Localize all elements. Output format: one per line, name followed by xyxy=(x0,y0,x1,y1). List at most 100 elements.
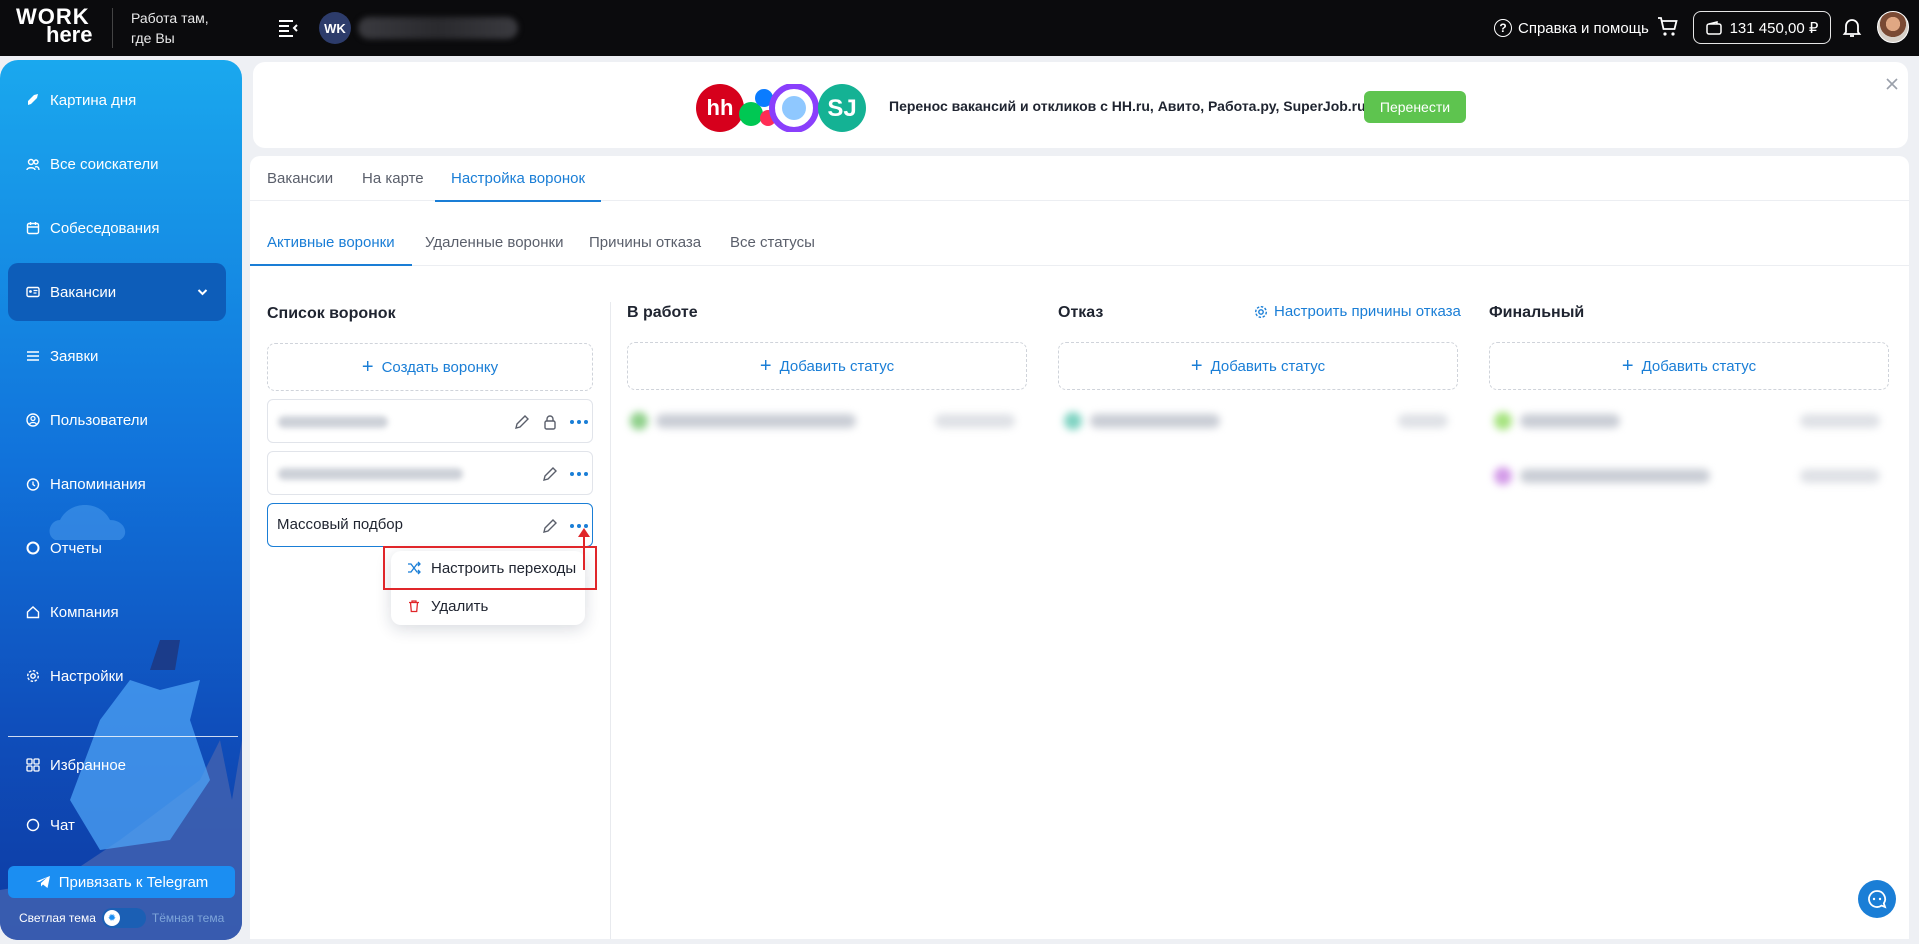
migrate-button[interactable]: Перенести xyxy=(1364,91,1466,123)
add-status-label: Добавить статус xyxy=(1641,357,1757,375)
svg-text:SJ: SJ xyxy=(827,95,856,122)
tab-deleted-funnels[interactable]: Удаленные воронки xyxy=(425,220,563,265)
tab-active-funnels[interactable]: Активные воронки xyxy=(250,220,412,266)
annotation-arrow xyxy=(583,534,585,570)
tab-label: На карте xyxy=(362,170,424,187)
sidebar-item-vacancies[interactable]: Вакансии xyxy=(8,263,226,321)
theme-toggle-row: Светлая тема ✹ Тёмная тема xyxy=(19,905,229,931)
sun-icon: ✹ xyxy=(103,910,120,926)
sidebar-item-chat[interactable]: Чат xyxy=(8,802,226,848)
list-item[interactable]: Массовый подбор xyxy=(267,503,593,547)
telegram-link-button[interactable]: Привязать к Telegram xyxy=(8,866,235,898)
funnel-name-blurred xyxy=(278,416,388,428)
add-status-button-final[interactable]: + Добавить статус xyxy=(1489,342,1889,390)
telegram-icon xyxy=(35,876,50,888)
delete-funnel-item[interactable]: Удалить xyxy=(391,591,585,621)
sidebar-item-reminders[interactable]: Напоминания xyxy=(8,461,226,507)
configure-reject-reasons-label: Настроить причины отказа xyxy=(1274,303,1461,320)
slogan-line2: где Вы xyxy=(131,30,175,46)
cart-icon[interactable] xyxy=(1656,15,1680,39)
list-item[interactable] xyxy=(267,399,593,443)
tab-all-statuses[interactable]: Все статусы xyxy=(730,220,815,265)
theme-light-label: Светлая тема xyxy=(19,911,96,925)
status-name-blurred xyxy=(1520,414,1620,428)
funnel-name-blurred xyxy=(278,468,463,480)
status-name-blurred xyxy=(656,414,856,428)
bell-icon[interactable] xyxy=(1840,15,1864,39)
support-chat-button[interactable] xyxy=(1858,880,1896,918)
status-color-blurred xyxy=(630,412,648,430)
sidebar-item-users[interactable]: Пользователи xyxy=(8,397,226,443)
sidebar-item-label: Картина дня xyxy=(50,91,137,109)
sidebar-item-dashboard[interactable]: Картина дня xyxy=(8,77,226,123)
status-color-blurred xyxy=(1494,467,1512,485)
plus-icon: + xyxy=(759,355,772,377)
sidebar-item-label: Напоминания xyxy=(50,475,146,493)
home-icon xyxy=(26,605,40,619)
gear-icon xyxy=(26,669,40,683)
sidebar-item-interviews[interactable]: Собеседования xyxy=(8,205,226,251)
sidebar-item-favorites[interactable]: Избранное xyxy=(8,742,226,788)
add-status-button-in-work[interactable]: + Добавить статус xyxy=(627,342,1027,390)
balance-value: 131 450,00 ₽ xyxy=(1729,19,1819,37)
banner-text: Перенос вакансий и откликов с HH.ru, Ави… xyxy=(889,98,1366,114)
user-circle-icon xyxy=(26,413,40,427)
pencil-icon[interactable] xyxy=(513,413,531,431)
add-status-label: Добавить статус xyxy=(1210,357,1326,375)
tab-vacancies[interactable]: Вакансии xyxy=(267,156,333,201)
lock-icon xyxy=(544,415,556,430)
column-title-in-work: В работе xyxy=(627,304,698,321)
sidebar-item-label: Все соискатели xyxy=(50,155,159,173)
job-sites-logos: hh SJ xyxy=(696,84,866,132)
sidebar-item-label: Вакансии xyxy=(50,283,117,301)
sidebar-item-candidates[interactable]: Все соискатели xyxy=(8,141,226,187)
status-meta-blurred xyxy=(1800,414,1880,428)
wallet-icon xyxy=(1705,20,1722,35)
close-icon[interactable] xyxy=(1884,76,1900,92)
more-icon[interactable] xyxy=(570,414,588,430)
tab-label: Удаленные воронки xyxy=(425,234,564,251)
sidebar-item-label: Чат xyxy=(50,816,75,834)
status-name-blurred xyxy=(1520,469,1710,483)
theme-switch[interactable]: ✹ xyxy=(101,908,146,928)
tab-label: Причины отказа xyxy=(589,234,702,251)
telegram-button-label: Привязать к Telegram xyxy=(58,873,209,891)
sidebar-item-label: Компания xyxy=(50,603,119,621)
tab-label: Настройка воронок xyxy=(451,170,586,187)
company-name-blurred[interactable] xyxy=(358,17,518,39)
tab-funnel-settings[interactable]: Настройка воронок xyxy=(435,156,602,202)
main-tabs: Вакансии На карте Настройка воронок xyxy=(250,156,1909,202)
plus-icon: + xyxy=(1621,355,1634,377)
sub-tabs: Активные воронки Удаленные воронки Причи… xyxy=(250,220,1909,266)
logo[interactable]: WORK here xyxy=(16,6,96,48)
add-status-button-reject[interactable]: + Добавить статус xyxy=(1058,342,1458,390)
company-avatar[interactable]: WK xyxy=(319,12,351,44)
status-meta-blurred xyxy=(935,414,1015,428)
more-icon[interactable] xyxy=(570,466,588,482)
status-color-blurred xyxy=(1064,412,1082,430)
svg-text:hh: hh xyxy=(707,95,734,120)
sidebar-item-settings[interactable]: Настройки xyxy=(8,653,226,699)
top-bar: WORK here Работа там, где Вы WK ? Справк… xyxy=(0,0,1919,56)
create-funnel-button[interactable]: + Создать воронку xyxy=(267,343,593,391)
sidebar-divider xyxy=(8,736,238,737)
sidebar-item-label: Пользователи xyxy=(50,411,148,429)
balance-button[interactable]: 131 450,00 ₽ xyxy=(1693,11,1831,44)
sidebar-item-label: Отчеты xyxy=(50,539,102,557)
help-link[interactable]: ? Справка и помощь xyxy=(1494,16,1649,40)
sidebar-item-label: Избранное xyxy=(50,756,127,774)
sidebar-item-reports[interactable]: Отчеты xyxy=(8,525,226,571)
user-avatar[interactable] xyxy=(1877,11,1909,43)
tab-label: Все статусы xyxy=(730,234,815,251)
column-divider xyxy=(610,302,611,939)
tab-map[interactable]: На карте xyxy=(362,156,424,201)
trash-icon xyxy=(409,600,419,613)
configure-reject-reasons-link[interactable]: Настроить причины отказа xyxy=(1254,303,1461,320)
sidebar-item-company[interactable]: Компания xyxy=(8,589,226,635)
menu-collapse-icon[interactable] xyxy=(276,16,300,40)
tab-reject-reasons[interactable]: Причины отказа xyxy=(589,220,701,265)
pencil-icon[interactable] xyxy=(541,465,559,483)
sidebar-item-requests[interactable]: Заявки xyxy=(8,333,226,379)
pencil-icon[interactable] xyxy=(541,517,559,535)
list-item[interactable] xyxy=(267,451,593,495)
